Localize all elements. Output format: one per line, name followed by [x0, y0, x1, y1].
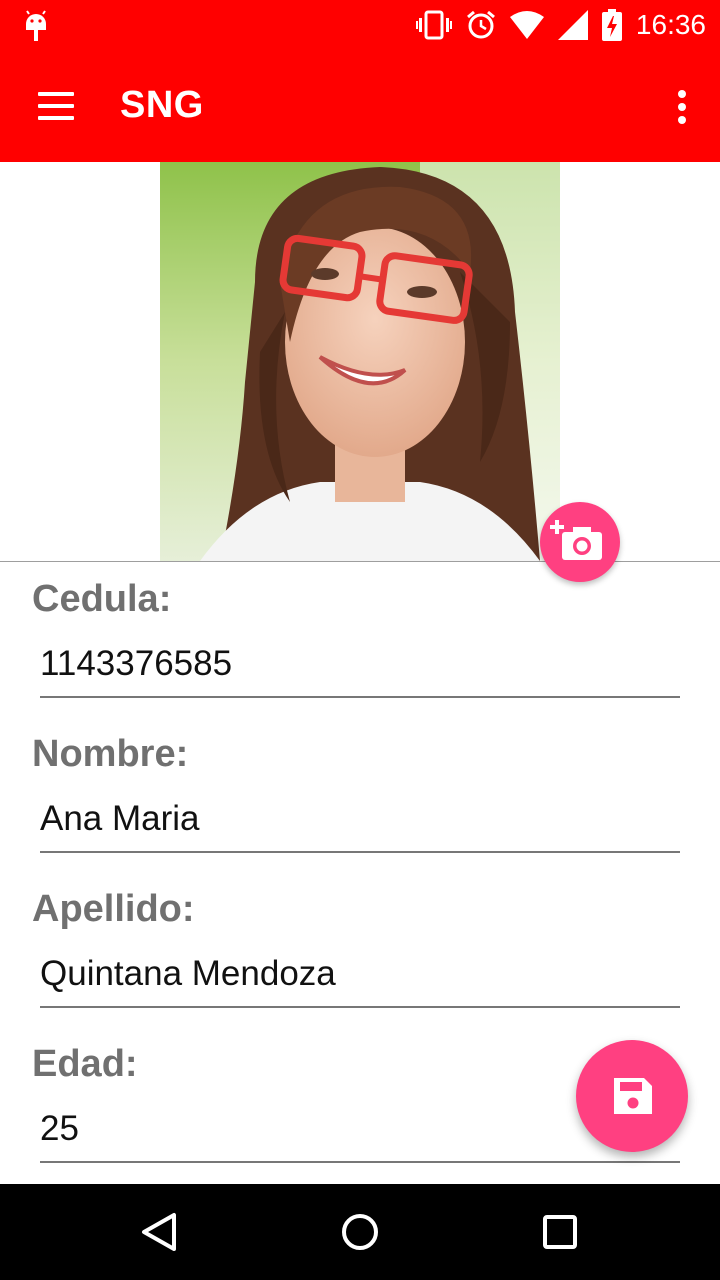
app-title: SNG: [120, 84, 204, 126]
android-debug-icon: [26, 10, 46, 41]
status-bar: 16:36: [0, 0, 720, 50]
cedula-field[interactable]: 1143376585: [40, 638, 680, 698]
profile-photo: [160, 162, 560, 561]
back-icon[interactable]: [136, 1208, 184, 1256]
cedula-label: Cedula:: [32, 578, 172, 620]
recents-icon[interactable]: [536, 1208, 584, 1256]
apellido-label: Apellido:: [32, 888, 195, 930]
clock: 16:36: [635, 9, 706, 40]
add-photo-button[interactable]: [540, 502, 620, 582]
save-button[interactable]: [576, 1040, 688, 1152]
hamburger-menu-icon[interactable]: [28, 86, 84, 126]
apellido-field[interactable]: Quintana Mendoza: [40, 948, 680, 1008]
home-icon[interactable]: [336, 1208, 384, 1256]
battery-charging-icon: [601, 9, 622, 41]
vibrate-icon: [415, 10, 452, 40]
add-a-photo-icon: [550, 520, 602, 560]
wifi-icon: [509, 11, 544, 39]
cell-signal-icon: [557, 10, 588, 40]
nombre-field[interactable]: Ana Maria: [40, 793, 680, 853]
edad-label: Edad:: [32, 1043, 138, 1085]
app-bar: SNG: [0, 50, 720, 162]
nombre-label: Nombre:: [32, 733, 189, 775]
alarm-icon: [466, 10, 495, 39]
more-vert-icon[interactable]: [670, 88, 692, 128]
save-icon: [614, 1078, 652, 1114]
navigation-bar: [0, 1184, 720, 1280]
